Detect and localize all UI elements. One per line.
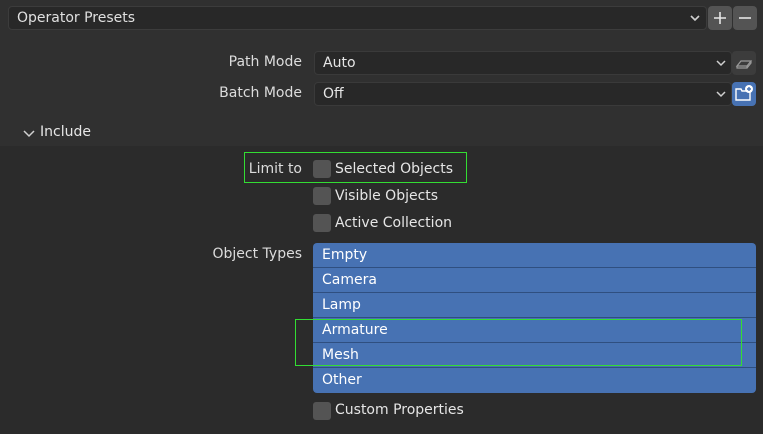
object-type-lamp[interactable]: Lamp — [313, 293, 756, 318]
chevron-down-icon — [716, 91, 726, 98]
highlight-box-limit-to — [244, 152, 467, 183]
object-types-label: Object Types — [212, 246, 303, 262]
new-folder-icon — [735, 85, 753, 101]
operator-presets-label: Operator Presets — [17, 10, 136, 26]
visible-objects-checkbox[interactable] — [313, 187, 331, 205]
object-type-other[interactable]: Other — [313, 368, 756, 393]
custom-properties-label: Custom Properties — [335, 402, 464, 418]
object-type-camera[interactable]: Camera — [313, 268, 756, 293]
minus-icon — [739, 17, 751, 19]
chevron-down-icon — [690, 15, 700, 22]
remove-preset-button[interactable] — [733, 6, 757, 30]
highlight-box-armature-mesh — [295, 319, 742, 366]
eraser-icon — [735, 60, 753, 69]
active-collection-checkbox[interactable] — [313, 214, 331, 232]
operator-presets-dropdown[interactable]: Operator Presets — [8, 6, 707, 30]
path-mode-value: Auto — [323, 55, 356, 71]
batch-mode-value: Off — [323, 86, 344, 102]
path-mode-dropdown[interactable]: Auto — [314, 51, 732, 75]
object-type-empty[interactable]: Empty — [313, 243, 756, 268]
batch-mode-side-button[interactable] — [732, 82, 756, 106]
plus-icon — [714, 12, 726, 24]
include-panel-header[interactable]: Include — [0, 120, 763, 146]
path-mode-side-button[interactable] — [732, 51, 756, 75]
add-preset-button[interactable] — [708, 6, 732, 30]
batch-mode-dropdown[interactable]: Off — [314, 82, 732, 106]
batch-mode-label: Batch Mode — [219, 85, 302, 101]
chevron-down-icon — [716, 60, 726, 67]
object-types-list: Empty Camera Lamp Armature Mesh Other — [313, 243, 756, 393]
include-panel-title: Include — [40, 124, 91, 140]
custom-properties-checkbox[interactable] — [313, 402, 331, 420]
preset-row: Operator Presets — [0, 0, 763, 36]
visible-objects-label: Visible Objects — [335, 188, 439, 204]
chevron-down-icon — [23, 130, 35, 138]
path-mode-label: Path Mode — [228, 54, 302, 70]
active-collection-label: Active Collection — [335, 215, 453, 231]
